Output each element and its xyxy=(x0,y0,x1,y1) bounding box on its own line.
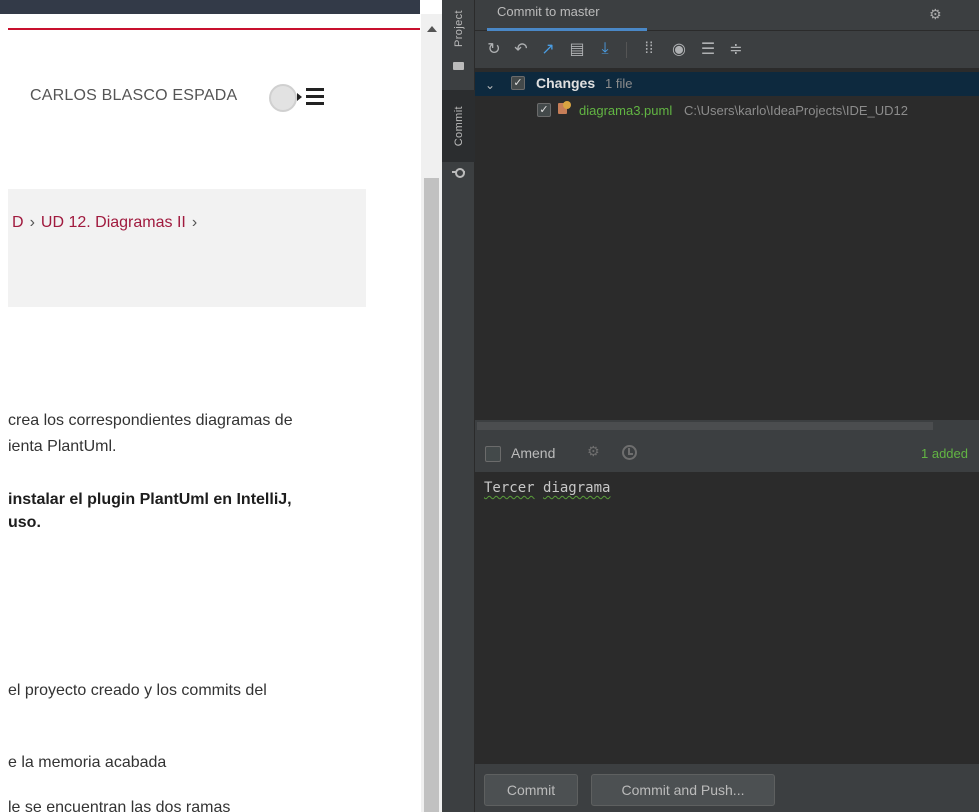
browser-scrollbar-thumb[interactable] xyxy=(424,178,439,812)
body-text-bold: uso. xyxy=(8,514,41,531)
user-name[interactable]: CARLOS BLASCO ESPADA xyxy=(30,87,237,105)
commit-title: Commit to master xyxy=(497,4,600,19)
commit-toolbar: ↻ ↶ ↗ ▤ ⤓ ⁞⁞ ◉ ☰ ≑ xyxy=(475,32,979,68)
spell-check-word: Tercer xyxy=(484,480,535,496)
tab-project[interactable]: Project xyxy=(442,0,475,58)
amend-checkbox[interactable] xyxy=(485,446,501,462)
accent-line xyxy=(8,28,420,30)
body-text: el proyecto creado y los commits del xyxy=(8,682,267,699)
folder-icon xyxy=(453,62,464,70)
scroll-up-arrow-icon[interactable] xyxy=(427,26,437,32)
commit-options-bar: Amend ⚙ 1 added xyxy=(475,436,979,470)
spell-check-word: diagrama xyxy=(543,480,611,496)
body-text: ienta PlantUml. xyxy=(8,438,117,455)
body-text: le se encuentran las dos ramas xyxy=(8,799,231,812)
file-checkbox[interactable]: ✓ xyxy=(537,103,551,117)
refresh-icon[interactable]: ↻ xyxy=(483,38,505,60)
toolbar-separator xyxy=(626,42,627,58)
breadcrumb-separator: › xyxy=(29,214,35,231)
commit-message-text[interactable]: Tercer diagrama xyxy=(484,480,610,496)
body-text: crea los correspondientes diagramas de xyxy=(8,412,293,429)
show-diff-icon[interactable]: ↗ xyxy=(537,38,559,60)
top-navbar xyxy=(0,0,420,14)
settings-gear-icon[interactable]: ⚙ xyxy=(929,6,942,23)
tool-window-strip: Project Commit xyxy=(442,0,475,812)
changes-group-label: Changes xyxy=(536,75,596,91)
changes-checkbox[interactable]: ✓ xyxy=(511,76,525,90)
breadcrumb: D › UD 12. Diagramas II › xyxy=(12,214,203,232)
commit-button[interactable]: Commit xyxy=(484,774,578,806)
avatar[interactable] xyxy=(269,84,297,112)
changelist-icon[interactable]: ▤ xyxy=(566,38,588,60)
commit-and-push-button[interactable]: Commit and Push... xyxy=(591,774,775,806)
tab-commit[interactable]: Commit xyxy=(442,90,475,162)
title-underline xyxy=(487,28,647,31)
browser-page: CARLOS BLASCO ESPADA D › UD 12. Diagramas … xyxy=(0,0,420,812)
collapse-all-icon[interactable]: ≑ xyxy=(725,38,747,60)
amend-label[interactable]: Amend xyxy=(511,445,555,461)
menu-toggle-icon[interactable] xyxy=(297,86,325,108)
commit-tool-window: Commit to master ⚙ ↻ ↶ ↗ ▤ ⤓ ⁞⁞ ◉ ☰ ≑ ⌄ … xyxy=(475,0,979,812)
file-path: C:\Users\karlo\IdeaProjects\IDE_UD12 xyxy=(684,103,908,118)
breadcrumb-current-link[interactable]: UD 12. Diagramas II xyxy=(41,214,186,231)
commit-message-editor[interactable]: Tercer diagrama xyxy=(475,472,979,764)
changes-tree: ⌄ ✓ Changes 1 file ✓ diagrama3.puml C:\U… xyxy=(475,68,979,420)
breadcrumb-container xyxy=(8,189,366,307)
breadcrumb-separator: › xyxy=(191,214,198,231)
update-icon[interactable]: ⤓ xyxy=(594,38,616,60)
rollback-icon[interactable]: ↶ xyxy=(510,38,532,60)
changes-group-count: 1 file xyxy=(605,76,633,91)
commit-options-gear-icon[interactable]: ⚙ xyxy=(587,443,600,460)
horizontal-scrollbar[interactable] xyxy=(477,422,933,430)
view-options-icon[interactable]: ◉ xyxy=(668,38,690,60)
history-clock-icon[interactable] xyxy=(622,445,637,460)
body-text: e la memoria acabada xyxy=(8,754,167,771)
breadcrumb-prev-link[interactable]: D xyxy=(12,214,24,231)
changes-group-row[interactable]: ⌄ ✓ Changes 1 file xyxy=(475,72,979,96)
commit-icon xyxy=(452,168,465,178)
commit-header: Commit to master ⚙ xyxy=(475,0,979,31)
body-text-bold: instalar el plugin PlantUml en IntelliJ, xyxy=(8,491,292,508)
expand-all-icon[interactable]: ☰ xyxy=(697,38,719,60)
commit-footer: Commit Commit and Push... xyxy=(475,764,979,812)
puml-file-icon xyxy=(558,101,572,115)
chevron-down-icon[interactable]: ⌄ xyxy=(485,78,495,92)
group-by-icon[interactable]: ⁞⁞ xyxy=(638,38,660,60)
file-name[interactable]: diagrama3.puml xyxy=(579,103,672,118)
added-status: 1 added xyxy=(921,446,968,461)
